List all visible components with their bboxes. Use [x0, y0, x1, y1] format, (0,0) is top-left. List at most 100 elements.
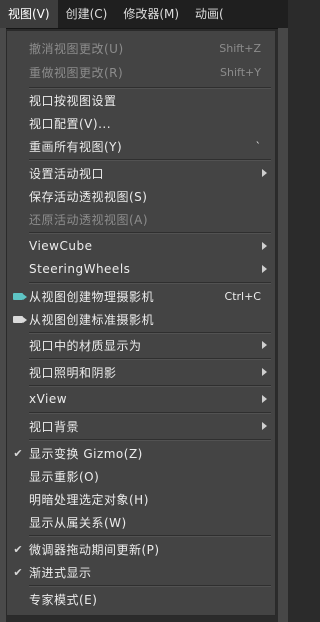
- menu-item-label: 微调器拖动期间更新(P): [29, 542, 160, 557]
- menu-item-label: 从视图创建物理摄影机: [29, 289, 155, 304]
- menu-item-label: 撤消视图更改(U): [29, 41, 124, 56]
- menu-item-gutter: [7, 415, 29, 437]
- menu-item[interactable]: 微调器拖动期间更新(P): [7, 538, 275, 560]
- menu-item-gutter: [7, 442, 29, 464]
- menu-item-label: ViewCube: [29, 239, 93, 253]
- menu-item[interactable]: 视口中的材质显示为: [7, 334, 275, 356]
- menu-item-gutter: [7, 488, 29, 510]
- menu-item-label: 视口按视图设置: [29, 93, 117, 108]
- menu-separator: [29, 159, 271, 160]
- menu-item-label: SteeringWheels: [29, 262, 131, 276]
- menu-item[interactable]: 从视图创建物理摄影机 Ctrl+C: [7, 285, 275, 307]
- menu-item-gutter: [7, 538, 29, 560]
- checkmark-icon: [13, 565, 22, 579]
- menu-item-label: 保存活动透视视图(S): [29, 189, 148, 204]
- menu-separator: [29, 282, 271, 283]
- menu-item-gutter: [7, 361, 29, 383]
- menu-item-label: 专家模式(E): [29, 592, 98, 607]
- menu-item[interactable]: 显示重影(O): [7, 465, 275, 487]
- menu-item[interactable]: 保存活动透视视图(S): [7, 185, 275, 207]
- menu-item-label: 从视图创建标准摄影机: [29, 312, 155, 327]
- physical-camera-icon: [13, 292, 27, 300]
- menu-item-label: 视口配置(V)...: [29, 116, 112, 131]
- menu-item[interactable]: 视口按视图设置: [7, 89, 275, 111]
- submenu-arrow-icon: [262, 395, 267, 403]
- menu-item-label: 渐进式显示: [29, 565, 92, 580]
- menu-item-label: xView: [29, 392, 68, 406]
- menu-item-shortcut: `: [255, 139, 262, 153]
- menu-item[interactable]: 渐进式显示: [7, 561, 275, 583]
- menu-separator: [29, 385, 271, 386]
- menubar-item[interactable]: 修改器(M): [115, 0, 187, 28]
- menu-item-label: 重做视图更改(R): [29, 65, 124, 80]
- menubar-item[interactable]: 动画(: [187, 0, 232, 28]
- menubar-item[interactable]: 创建(C): [58, 0, 116, 28]
- menu-separator: [29, 535, 271, 536]
- checkmark-icon: [13, 542, 22, 556]
- menu-item-shortcut: Shift+Z: [219, 41, 261, 55]
- menu-item[interactable]: 设置活动视口: [7, 162, 275, 184]
- menubar-item[interactable]: 视图(V): [0, 0, 58, 28]
- menu-item-label: 视口中的材质显示为: [29, 338, 142, 353]
- menu-item-gutter: [7, 308, 29, 330]
- submenu-arrow-icon: [262, 368, 267, 376]
- menu-item-gutter: [7, 511, 29, 533]
- menu-item-gutter: [7, 258, 29, 280]
- menu-item-label: 显示重影(O): [29, 469, 100, 484]
- background-panel-right: [278, 28, 288, 622]
- menu-item-gutter: [7, 185, 29, 207]
- menu-item-label: 显示变换 Gizmo(Z): [29, 446, 143, 461]
- menu-separator: [29, 332, 271, 333]
- submenu-arrow-icon: [262, 422, 267, 430]
- menu-separator: [29, 585, 271, 586]
- submenu-arrow-icon: [262, 341, 267, 349]
- menu-item[interactable]: 重画所有视图(Y) `: [7, 135, 275, 157]
- menu-item-gutter: [7, 89, 29, 111]
- menu-item[interactable]: 重做视图更改(R) Shift+Y: [7, 61, 275, 83]
- submenu-arrow-icon: [262, 169, 267, 177]
- menu-item-label: 明暗处理选定对象(H): [29, 492, 149, 507]
- menu-item-shortcut: Shift+Y: [220, 65, 261, 79]
- menu-item-gutter: [7, 37, 29, 59]
- menu-item[interactable]: SteeringWheels: [7, 258, 275, 280]
- menu-item-gutter: [7, 112, 29, 134]
- menu-item[interactable]: 视口照明和阴影: [7, 361, 275, 383]
- menu-item-gutter: [7, 208, 29, 230]
- menu-item[interactable]: xView: [7, 388, 275, 410]
- menu-separator: [29, 87, 271, 88]
- menu-item-shortcut: Ctrl+C: [224, 289, 261, 303]
- menu-item-gutter: [7, 135, 29, 157]
- menu-bar: 视图(V) 创建(C) 修改器(M) 动画(: [0, 0, 288, 29]
- menu-item-label: 视口照明和阴影: [29, 365, 117, 380]
- menu-item-label: 设置活动视口: [29, 166, 105, 181]
- standard-camera-icon: [13, 315, 27, 323]
- menu-item-gutter: [7, 285, 29, 307]
- checkmark-icon: [13, 446, 22, 460]
- menu-item[interactable]: 显示从属关系(W): [7, 511, 275, 533]
- menu-item-gutter: [7, 561, 29, 583]
- submenu-arrow-icon: [262, 242, 267, 250]
- menu-item-gutter: [7, 61, 29, 83]
- menu-item[interactable]: 显示变换 Gizmo(Z): [7, 442, 275, 464]
- menu-item-gutter: [7, 162, 29, 184]
- menu-separator: [29, 412, 271, 413]
- menu-separator: [29, 232, 271, 233]
- view-dropdown-menu: 撤消视图更改(U) Shift+Z 重做视图更改(R) Shift+Y 视口按视图设置视…: [6, 30, 276, 616]
- menu-item-gutter: [7, 388, 29, 410]
- menu-item[interactable]: 撤消视图更改(U) Shift+Z: [7, 37, 275, 59]
- menu-item[interactable]: 从视图创建标准摄影机: [7, 308, 275, 330]
- menu-item-gutter: [7, 334, 29, 356]
- menu-item[interactable]: 视口配置(V)...: [7, 112, 275, 134]
- menu-item-label: 显示从属关系(W): [29, 515, 127, 530]
- menu-item[interactable]: 还原活动透视视图(A): [7, 208, 275, 230]
- menu-item[interactable]: 视口背景: [7, 415, 275, 437]
- menu-item[interactable]: 专家模式(E): [7, 588, 275, 610]
- menu-item-label: 还原活动透视视图(A): [29, 212, 149, 227]
- submenu-arrow-icon: [262, 265, 267, 273]
- menu-item[interactable]: 明暗处理选定对象(H): [7, 488, 275, 510]
- menu-item-gutter: [7, 235, 29, 257]
- menu-item-label: 重画所有视图(Y): [29, 139, 123, 154]
- menu-item[interactable]: ViewCube: [7, 235, 275, 257]
- menu-separator: [29, 358, 271, 359]
- menu-item-gutter: [7, 588, 29, 610]
